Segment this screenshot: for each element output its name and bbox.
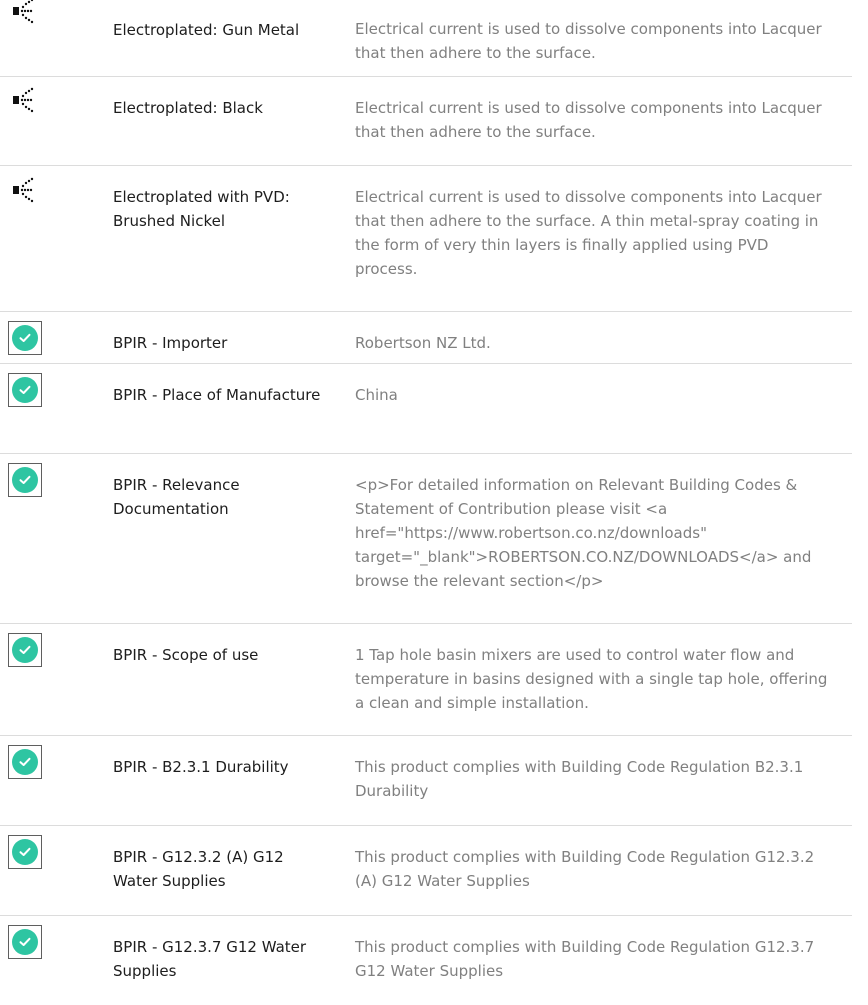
- spec-label: BPIR - Importer: [113, 334, 228, 352]
- spec-row: BPIR - Relevance Documentation <p>For de…: [0, 453, 868, 623]
- spec-label: BPIR - Scope of use: [113, 646, 259, 664]
- check-circle-icon: [8, 925, 42, 959]
- spec-value: This product complies with Building Code…: [355, 848, 815, 890]
- spec-label: BPIR - Place of Manufacture: [113, 386, 321, 404]
- check-circle-icon: [8, 321, 42, 355]
- spec-label: BPIR - B2.3.1 Durability: [113, 758, 289, 776]
- spec-row: BPIR - Scope of use 1 Tap hole basin mix…: [0, 623, 868, 735]
- spec-value: Electrical current is used to dissolve c…: [355, 188, 822, 278]
- spec-row: BPIR - B2.3.1 Durability This product co…: [0, 735, 868, 825]
- spec-list: Electroplated: Gun Metal Electrical curr…: [0, 0, 868, 1003]
- spec-value: China: [355, 386, 398, 404]
- spray-icon: [10, 0, 40, 26]
- spec-row: Electroplated with PVD: Brushed Nickel E…: [0, 165, 868, 311]
- spray-icon: [10, 175, 40, 205]
- spec-value: This product complies with Building Code…: [355, 938, 815, 980]
- check-circle-icon: [8, 633, 42, 667]
- spec-value: This product complies with Building Code…: [355, 758, 804, 800]
- spec-label: BPIR - G12.3.2 (A) G12 Water Supplies: [113, 848, 284, 890]
- spec-row: Electroplated: Gun Metal Electrical curr…: [0, 0, 868, 76]
- spec-label: BPIR - G12.3.7 G12 Water Supplies: [113, 938, 307, 980]
- spec-row: Electroplated: Black Electrical current …: [0, 76, 868, 165]
- spray-icon: [10, 85, 40, 115]
- spec-value: 1 Tap hole basin mixers are used to cont…: [355, 646, 828, 712]
- spec-row: BPIR - Importer Robertson NZ Ltd.: [0, 311, 868, 363]
- spec-row: BPIR - G12.3.2 (A) G12 Water Supplies Th…: [0, 825, 868, 915]
- spec-label: Electroplated with PVD: Brushed Nickel: [113, 188, 290, 230]
- spec-label: Electroplated: Black: [113, 99, 263, 117]
- spec-label: BPIR - Relevance Documentation: [113, 476, 240, 518]
- check-circle-icon: [8, 745, 42, 779]
- spec-row: BPIR - G12.3.7 G12 Water Supplies This p…: [0, 915, 868, 1003]
- spec-value: Electrical current is used to dissolve c…: [355, 20, 822, 62]
- spec-value: <p>For detailed information on Relevant …: [355, 476, 812, 590]
- spec-value: Robertson NZ Ltd.: [355, 334, 491, 352]
- check-circle-icon: [8, 835, 42, 869]
- spec-value: Electrical current is used to dissolve c…: [355, 99, 822, 141]
- check-circle-icon: [8, 463, 42, 497]
- check-circle-icon: [8, 373, 42, 407]
- spec-row: BPIR - Place of Manufacture China: [0, 363, 868, 453]
- spec-label: Electroplated: Gun Metal: [113, 21, 300, 39]
